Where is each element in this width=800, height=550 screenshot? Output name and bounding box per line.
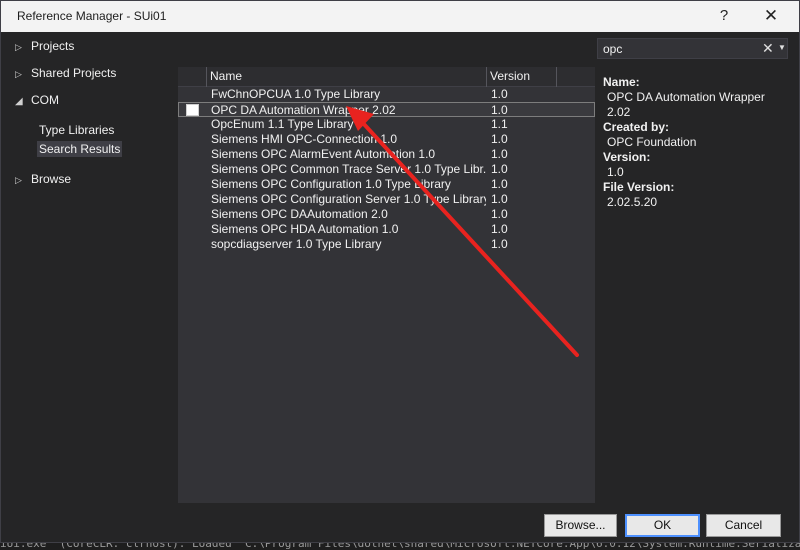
- item-version: 1.0: [491, 147, 508, 161]
- nav-item-browse[interactable]: ▷ Browse: [15, 172, 71, 190]
- search-input[interactable]: opc ✕ ▼: [597, 38, 788, 59]
- detail-version-value: 1.0: [607, 165, 624, 179]
- left-nav: ▷ Projects ▷ Shared Projects ◢ COM Type Lib…: [1, 32, 177, 502]
- item-version: 1.0: [491, 192, 508, 206]
- list-item[interactable]: sopcdiagserver 1.0 Type Library 1.0: [178, 237, 595, 252]
- column-separator[interactable]: [206, 67, 207, 87]
- item-name: Siemens OPC Common Trace Server 1.0 Type…: [211, 162, 486, 176]
- item-name: Siemens HMI OPC-Connection 1.0: [211, 132, 398, 146]
- item-version: 1.0: [491, 237, 508, 251]
- item-version: 1.0: [491, 207, 508, 221]
- list-item[interactable]: Siemens OPC DAAutomation 2.0 1.0: [178, 207, 595, 222]
- item-name: Siemens OPC AlarmEvent Automation 1.0: [211, 147, 436, 161]
- search-value: opc: [603, 42, 623, 56]
- clear-icon[interactable]: ✕: [762, 40, 774, 57]
- browse-button[interactable]: Browse...: [544, 514, 617, 537]
- item-version: 1.0: [491, 103, 508, 117]
- nav-item-projects[interactable]: ▷ Projects: [15, 39, 74, 57]
- chevron-down-icon[interactable]: ▼: [778, 43, 786, 52]
- close-icon[interactable]: ✕: [763, 6, 779, 26]
- list-item-selected[interactable]: OPC DA Automation Wrapper 2.02 1.0: [178, 102, 595, 117]
- reference-manager-dialog: Reference Manager - SUi01 ? ✕ ▷ Projects …: [0, 0, 800, 543]
- item-version: 1.0: [491, 132, 508, 146]
- detail-name-value: 2.02: [607, 105, 631, 119]
- column-separator[interactable]: [486, 67, 487, 87]
- list-item[interactable]: Siemens HMI OPC-Connection 1.0 1.0: [178, 132, 595, 147]
- item-name: sopcdiagserver 1.0 Type Library: [211, 237, 382, 251]
- include-checkbox[interactable]: [186, 104, 199, 116]
- detail-file-version-label: File Version:: [603, 180, 675, 194]
- chevron-right-icon: ▷: [15, 42, 22, 52]
- list-item[interactable]: Siemens OPC HDA Automation 1.0 1.0: [178, 222, 595, 237]
- item-version: 1.0: [491, 87, 508, 101]
- nav-item-com[interactable]: ◢ COM: [15, 93, 59, 111]
- nav-item-type-libraries[interactable]: Type Libraries: [39, 123, 114, 137]
- item-name: Siemens OPC HDA Automation 1.0: [211, 222, 399, 236]
- item-version: 1.1: [491, 117, 508, 131]
- item-name: Siemens OPC Configuration Server 1.0 Typ…: [211, 192, 486, 206]
- ok-button[interactable]: OK: [625, 514, 700, 537]
- help-icon[interactable]: ?: [717, 7, 731, 24]
- column-header-name[interactable]: Name: [210, 69, 242, 83]
- list-item[interactable]: FwChnOPCUA 1.0 Type Library 1.0: [178, 87, 595, 102]
- chevron-down-icon: ◢: [15, 96, 23, 107]
- nav-item-shared-projects[interactable]: ▷ Shared Projects: [15, 66, 116, 84]
- list-item[interactable]: Siemens OPC Configuration Server 1.0 Typ…: [178, 192, 595, 207]
- chevron-right-icon: ▷: [15, 69, 22, 79]
- list-item[interactable]: OpcEnum 1.1 Type Library 1.1: [178, 117, 595, 132]
- item-name: Siemens OPC DAAutomation 2.0: [211, 207, 388, 221]
- list-item[interactable]: Siemens OPC AlarmEvent Automation 1.0 1.…: [178, 147, 595, 162]
- list-item[interactable]: Siemens OPC Configuration 1.0 Type Libra…: [178, 177, 595, 192]
- window-title: Reference Manager - SUi01: [17, 9, 167, 23]
- chevron-right-icon: ▷: [15, 175, 22, 185]
- nav-item-search-results[interactable]: Search Results: [37, 141, 123, 157]
- nav-item-label: Shared Projects: [31, 66, 117, 80]
- detail-name-label: Name:: [603, 75, 640, 89]
- cancel-button[interactable]: Cancel: [706, 514, 781, 537]
- item-version: 1.0: [491, 177, 508, 191]
- detail-file-version-value: 2.02.5.20: [607, 195, 658, 209]
- list-item[interactable]: Siemens OPC Common Trace Server 1.0 Type…: [178, 162, 595, 177]
- nav-item-label: Projects: [31, 39, 75, 53]
- item-name: Siemens OPC Configuration 1.0 Type Libra…: [211, 177, 451, 191]
- list-header: Name Version: [178, 67, 595, 87]
- detail-name-value: OPC DA Automation Wrapper: [607, 90, 765, 104]
- item-name: OpcEnum 1.1 Type Library: [211, 117, 354, 131]
- item-name: OPC DA Automation Wrapper 2.02: [211, 103, 396, 117]
- item-version: 1.0: [491, 162, 508, 176]
- nav-item-label: COM: [31, 93, 59, 107]
- item-name: FwChnOPCUA 1.0 Type Library: [211, 87, 381, 101]
- detail-created-value: OPC Foundation: [607, 135, 697, 149]
- column-header-version[interactable]: Version: [490, 69, 530, 83]
- column-separator[interactable]: [556, 67, 557, 87]
- detail-version-label: Version:: [603, 150, 651, 164]
- reference-list: Name Version FwChnOPCUA 1.0 Type Library…: [178, 67, 595, 503]
- nav-item-label: Browse: [31, 172, 72, 186]
- title-bar: Reference Manager - SUi01 ? ✕: [1, 1, 799, 32]
- detail-created-label: Created by:: [603, 120, 670, 134]
- item-version: 1.0: [491, 222, 508, 236]
